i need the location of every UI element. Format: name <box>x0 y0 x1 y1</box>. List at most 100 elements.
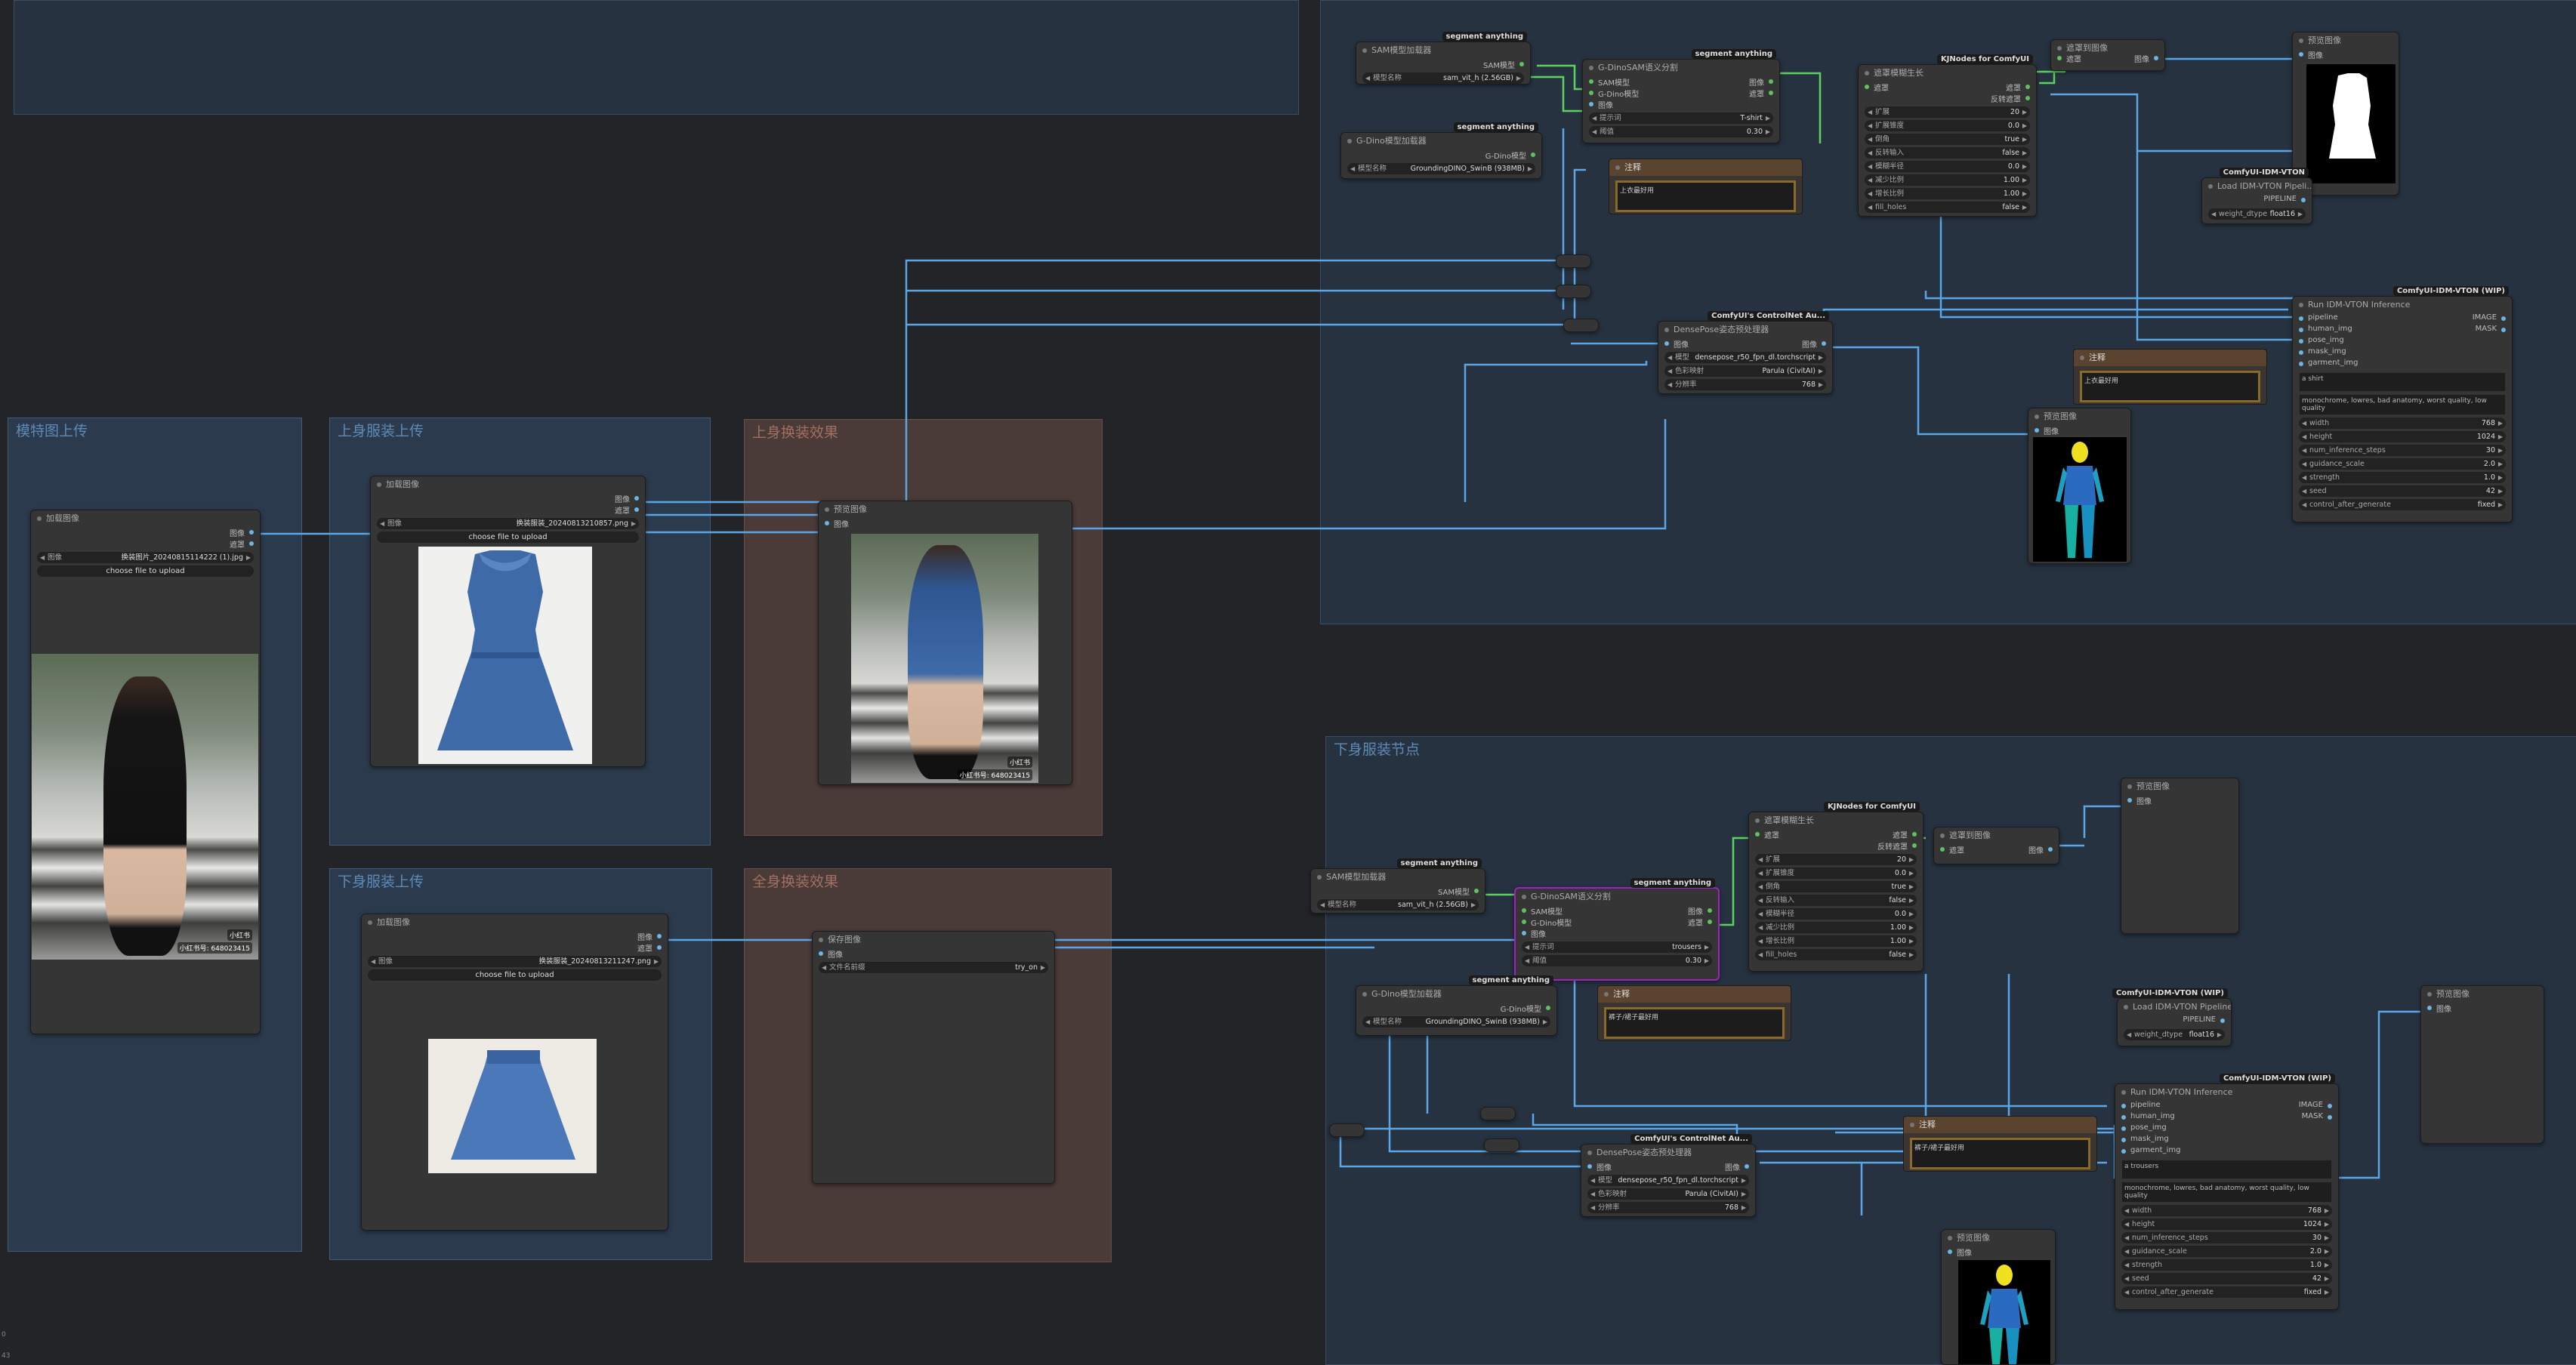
reroute-node[interactable] <box>1556 254 1591 268</box>
param-field[interactable]: guidance_scale2.0 <box>2121 1246 2332 1257</box>
param-field[interactable]: height1024 <box>2121 1219 2332 1230</box>
preview-pose-node[interactable]: 预览图像 图像 <box>1941 1229 2056 1365</box>
image-file-select[interactable]: 图像换装图片_20240815114222 (1).jpg <box>37 552 254 563</box>
note-text[interactable]: 上衣最好用 <box>1615 180 1796 212</box>
mask-grow-node[interactable]: KJNodes for ComfyUI 遮罩模糊生长 遮罩遮罩 反转遮罩 扩展2… <box>1858 54 2037 217</box>
param-field[interactable]: height1024 <box>2299 431 2506 442</box>
reroute-node[interactable] <box>1556 285 1591 298</box>
param-field[interactable]: 色彩映射Parula (CivitAI) <box>1587 1188 1749 1200</box>
load-image-model-node[interactable]: 加载图像 图像 遮罩 图像换装图片_20240815114222 (1).jpg… <box>30 510 261 1034</box>
note-node[interactable]: 注释 裤子/裙子最好用 <box>1597 985 1791 1041</box>
choose-file-button[interactable]: choose file to upload <box>37 565 254 577</box>
param-field[interactable]: guidance_scale2.0 <box>2299 458 2506 470</box>
image-input[interactable]: 图像 <box>819 948 843 960</box>
sam-loader-node[interactable]: segment anything SAM模型加载器 SAM模型 模型名称sam_… <box>1356 32 1531 85</box>
reroute-node[interactable] <box>1563 319 1599 332</box>
load-image-bottom-node[interactable]: 加载图像 图像 遮罩 图像换装服装_20240813211247.png cho… <box>361 914 668 1231</box>
preview-mask-node[interactable]: 预览图像 图像 <box>2121 778 2239 934</box>
param-field[interactable]: 模型densepose_r50_fpn_dl.torchscript <box>1664 352 1826 363</box>
mask-output[interactable]: 遮罩 <box>615 504 639 516</box>
param-field[interactable]: strength1.0 <box>2299 472 2506 483</box>
param-field[interactable]: fill_holesfalse <box>1865 202 2030 213</box>
param-field[interactable]: 增长比例1.00 <box>1865 188 2030 199</box>
param-field[interactable]: 模糊半径0.0 <box>1865 161 2030 172</box>
param-field[interactable]: 分辨率768 <box>1664 379 1826 390</box>
gdino-model-select[interactable]: 模型名称GroundingDINO_SwinB (938MB) <box>1362 1016 1550 1028</box>
preview-image-top-result-node[interactable]: 预览图像 图像 小红书 小红书号: 648023415 <box>818 501 1072 785</box>
load-image-top-node[interactable]: 加载图像 图像 遮罩 图像换装服装_20240813210857.png cho… <box>370 476 646 767</box>
note-node[interactable]: 注释 上衣最好用 <box>1609 159 1803 214</box>
image-file-select[interactable]: 图像换装服装_20240813211247.png <box>368 956 662 967</box>
negative-prompt-textarea[interactable]: monochrome, lowres, bad anatomy, worst q… <box>2121 1182 2332 1203</box>
idm-vton-run-node[interactable]: ComfyUI-IDM-VTON (WIP) Run IDM-VTON Infe… <box>2292 286 2513 522</box>
choose-file-button[interactable]: choose file to upload <box>377 532 639 543</box>
image-file-select[interactable]: 图像换装服装_20240813210857.png <box>377 518 639 529</box>
preview-pose-node[interactable]: 预览图像 图像 <box>2028 408 2131 564</box>
gdino-sam-segment-node[interactable]: segment anything G-DinoSAM语义分割 SAM模型 图像 G… <box>1582 49 1780 143</box>
param-field[interactable]: 扩展20 <box>1865 106 2030 118</box>
mask-output[interactable]: 遮罩 <box>230 538 254 550</box>
param-field[interactable]: width768 <box>2121 1205 2332 1216</box>
param-field[interactable]: control_after_generatefixed <box>2121 1286 2332 1298</box>
threshold-field[interactable]: 阈值0.30 <box>1522 955 1712 966</box>
weight-dtype-select[interactable]: weight_dtypefloat16 <box>2208 208 2306 220</box>
param-field[interactable]: strength1.0 <box>2121 1259 2332 1271</box>
sam-model-select[interactable]: 模型名称sam_vit_h (2.56GB) <box>1317 899 1479 911</box>
param-field[interactable]: 模糊半径0.0 <box>1755 908 1917 920</box>
image-output[interactable]: 图像 <box>637 931 662 942</box>
mask-output[interactable]: 遮罩 <box>637 942 662 954</box>
gdino-model-select[interactable]: 模型名称GroundingDINO_SwinB (938MB) <box>1347 163 1535 174</box>
densepose-node[interactable]: ComfyUI's ControlNet Au... DensePose姿态预处… <box>1581 1134 1756 1217</box>
gdino-sam-segment-node[interactable]: segment anything G-DinoSAM语义分割 SAM模型 图像 G… <box>1514 878 1720 981</box>
param-field[interactable]: 色彩映射Parula (CivitAI) <box>1664 365 1826 377</box>
prompt-field[interactable]: 提示词T-shirt <box>1589 112 1773 124</box>
param-field[interactable]: num_inference_steps30 <box>2299 445 2506 456</box>
param-field[interactable]: num_inference_steps30 <box>2121 1232 2332 1243</box>
mask-to-image-node[interactable]: 遮罩到图像 遮罩 图像 <box>1933 827 2059 864</box>
note-node[interactable]: 注释 上衣最好用 <box>2073 349 2267 405</box>
prompt-textarea[interactable]: a shirt <box>2299 372 2506 392</box>
reroute-node[interactable] <box>1329 1123 1365 1137</box>
preview-output-node[interactable]: 预览图像 图像 <box>2420 985 2544 1144</box>
note-text[interactable]: 裤子/裙子最好用 <box>1604 1007 1785 1039</box>
image-output[interactable]: 图像 <box>230 527 254 538</box>
reroute-node[interactable] <box>1480 1107 1516 1120</box>
weight-dtype-select[interactable]: weight_dtypefloat16 <box>2124 1029 2225 1040</box>
idm-loader-node[interactable]: ComfyUI-IDM-VTON (WIP) Load IDM-VTON Pip… <box>2112 988 2232 1046</box>
gdino-loader-node[interactable]: segment anything G-Dino模型加载器 G-Dino模型 模型… <box>1340 122 1542 179</box>
negative-prompt-textarea[interactable]: monochrome, lowres, bad anatomy, worst q… <box>2299 394 2506 415</box>
prompt-textarea[interactable]: a trousers <box>2121 1160 2332 1179</box>
param-field[interactable]: fill_holesfalse <box>1755 949 1917 960</box>
param-field[interactable]: control_after_generatefixed <box>2299 499 2506 510</box>
mask-grow-node[interactable]: KJNodes for ComfyUI 遮罩模糊生长 遮罩遮罩 反转遮罩 扩展2… <box>1748 802 1924 972</box>
param-field[interactable]: 扩展锥度0.0 <box>1755 867 1917 879</box>
param-field[interactable]: 反转输入false <box>1755 895 1917 906</box>
mask-to-image-node[interactable]: 遮罩到图像 遮罩 图像 <box>2050 39 2165 71</box>
param-field[interactable]: seed42 <box>2299 485 2506 497</box>
save-image-node[interactable]: 保存图像 图像 文件名前缀try_on <box>812 931 1055 1184</box>
densepose-node[interactable]: ComfyUI's ControlNet Au... DensePose姿态预处… <box>1658 311 1833 394</box>
param-field[interactable]: width768 <box>2299 418 2506 429</box>
param-field[interactable]: 反转输入false <box>1865 147 2030 159</box>
idm-vton-run-node[interactable]: ComfyUI-IDM-VTON (WIP) Run IDM-VTON Infe… <box>2115 1074 2339 1310</box>
param-field[interactable]: seed42 <box>2121 1273 2332 1284</box>
param-field[interactable]: 扩展锥度0.0 <box>1865 120 2030 131</box>
param-field[interactable]: 扩展20 <box>1755 854 1917 865</box>
param-field[interactable]: 倒角true <box>1865 134 2030 145</box>
image-input[interactable]: 图像 <box>825 518 849 529</box>
gdino-loader-node[interactable]: segment anything G-Dino模型加载器 G-Dino模型 模型… <box>1356 975 1557 1036</box>
note-node[interactable]: 注释 裤子/裙子最好用 <box>1903 1116 2097 1172</box>
param-field[interactable]: 减少比例1.00 <box>1865 174 2030 186</box>
param-field[interactable]: 减少比例1.00 <box>1755 922 1917 933</box>
note-text[interactable]: 上衣最好用 <box>2080 371 2260 402</box>
sam-loader-node[interactable]: segment anything SAM模型加载器 SAM模型 模型名称sam_… <box>1310 858 1485 914</box>
idm-loader-node[interactable]: ComfyUI-IDM-VTON Load IDM-VTON Pipeli...… <box>2201 168 2312 224</box>
reroute-node[interactable] <box>1484 1139 1519 1152</box>
param-field[interactable]: 分辨率768 <box>1587 1202 1749 1213</box>
image-output[interactable]: 图像 <box>615 493 639 504</box>
note-text[interactable]: 裤子/裙子最好用 <box>1910 1138 2090 1169</box>
choose-file-button[interactable]: choose file to upload <box>368 969 662 981</box>
filename-prefix-field[interactable]: 文件名前缀try_on <box>819 962 1048 973</box>
prompt-field[interactable]: 提示词trousers <box>1522 941 1712 953</box>
sam-model-select[interactable]: 模型名称sam_vit_h (2.56GB) <box>1362 72 1524 84</box>
